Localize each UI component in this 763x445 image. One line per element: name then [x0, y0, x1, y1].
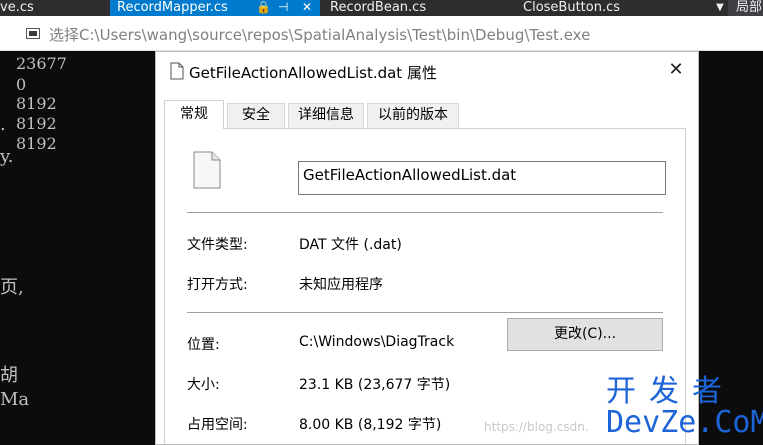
editor-fragment: . [0, 114, 6, 135]
editor-fragment: 页, [0, 277, 24, 298]
brand-top-text: 开发者 [606, 374, 735, 409]
vs-tab-label: ve.cs [0, 0, 34, 15]
brand-bottom-text: DevZe.CoM [606, 405, 763, 440]
file-icon [193, 151, 221, 189]
vs-tab-label: RecordBean.cs [330, 0, 427, 15]
divider [187, 212, 663, 213]
vs-tab-label: CloseButton.cs [523, 0, 621, 15]
csdn-watermark: https://blog.csdn. [484, 420, 589, 434]
file-icon [170, 62, 184, 80]
file-type-value: DAT 文件 (.dat) [299, 237, 402, 253]
vs-tab-recordmapper[interactable]: RecordMapper.cs 🔒 ⊣ ✕ [110, 0, 320, 16]
vs-tab-ve[interactable]: ve.cs [0, 0, 108, 16]
size-label: 大小: [187, 377, 220, 393]
size-value: 23.1 KB (23,677 字节) [299, 377, 451, 393]
devze-watermark: 开发者 DevZe.CoM [606, 374, 763, 442]
vs-tab-strip: ve.cs RecordMapper.cs 🔒 ⊣ ✕ RecordBean.c… [0, 0, 763, 16]
close-icon[interactable]: ✕ [302, 0, 312, 15]
editor-fragment: 胡 [0, 365, 18, 386]
tab-previous-versions[interactable]: 以前的版本 [367, 103, 459, 128]
vs-tab-locals[interactable]: 局部 [728, 0, 763, 16]
location-label: 位置: [187, 337, 220, 353]
close-icon[interactable]: ✕ [660, 56, 692, 84]
tab-general[interactable]: 常规 [164, 100, 224, 129]
console-app-icon [26, 28, 40, 39]
console-line: 0 [16, 75, 27, 94]
console-line: 8192 [16, 134, 57, 153]
vs-tab-closebutton[interactable]: CloseButton.cs [516, 0, 712, 16]
console-line: 23677 [16, 54, 67, 73]
console-title: 选择C:\Users\wang\source\repos\SpatialAnal… [49, 26, 591, 44]
tab-overflow-chevron-down-icon[interactable]: ▼ [712, 0, 728, 16]
opens-with-value: 未知应用程序 [299, 277, 383, 293]
vs-tab-recordbean[interactable]: RecordBean.cs [322, 0, 516, 16]
editor-fragment: y. [0, 146, 14, 167]
file-name-input[interactable]: GetFileActionAllowedList.dat [298, 161, 666, 195]
vs-tab-label: RecordMapper.cs [117, 0, 228, 15]
lock-icon[interactable]: 🔒 [256, 0, 271, 15]
change-button[interactable]: 更改(C)... [507, 318, 663, 351]
console-line: 8192 [16, 94, 57, 113]
file-type-label: 文件类型: [187, 237, 248, 253]
console-title-bar: 选择C:\Users\wang\source\repos\SpatialAnal… [0, 16, 763, 51]
location-value: C:\Windows\DiagTrack [299, 334, 455, 350]
tab-details[interactable]: 详细信息 [288, 103, 364, 128]
editor-fragment: Ma [0, 389, 30, 410]
size-on-disk-label: 占用空间: [187, 417, 248, 433]
size-on-disk-value: 8.00 KB (8,192 字节) [299, 417, 442, 433]
pin-icon[interactable]: ⊣ [278, 0, 288, 15]
opens-with-label: 打开方式: [187, 277, 248, 293]
divider [187, 312, 663, 313]
dialog-title: GetFileActionAllowedList.dat 属性 [189, 64, 437, 82]
console-line: 8192 [16, 114, 57, 133]
tab-security[interactable]: 安全 [227, 103, 285, 128]
